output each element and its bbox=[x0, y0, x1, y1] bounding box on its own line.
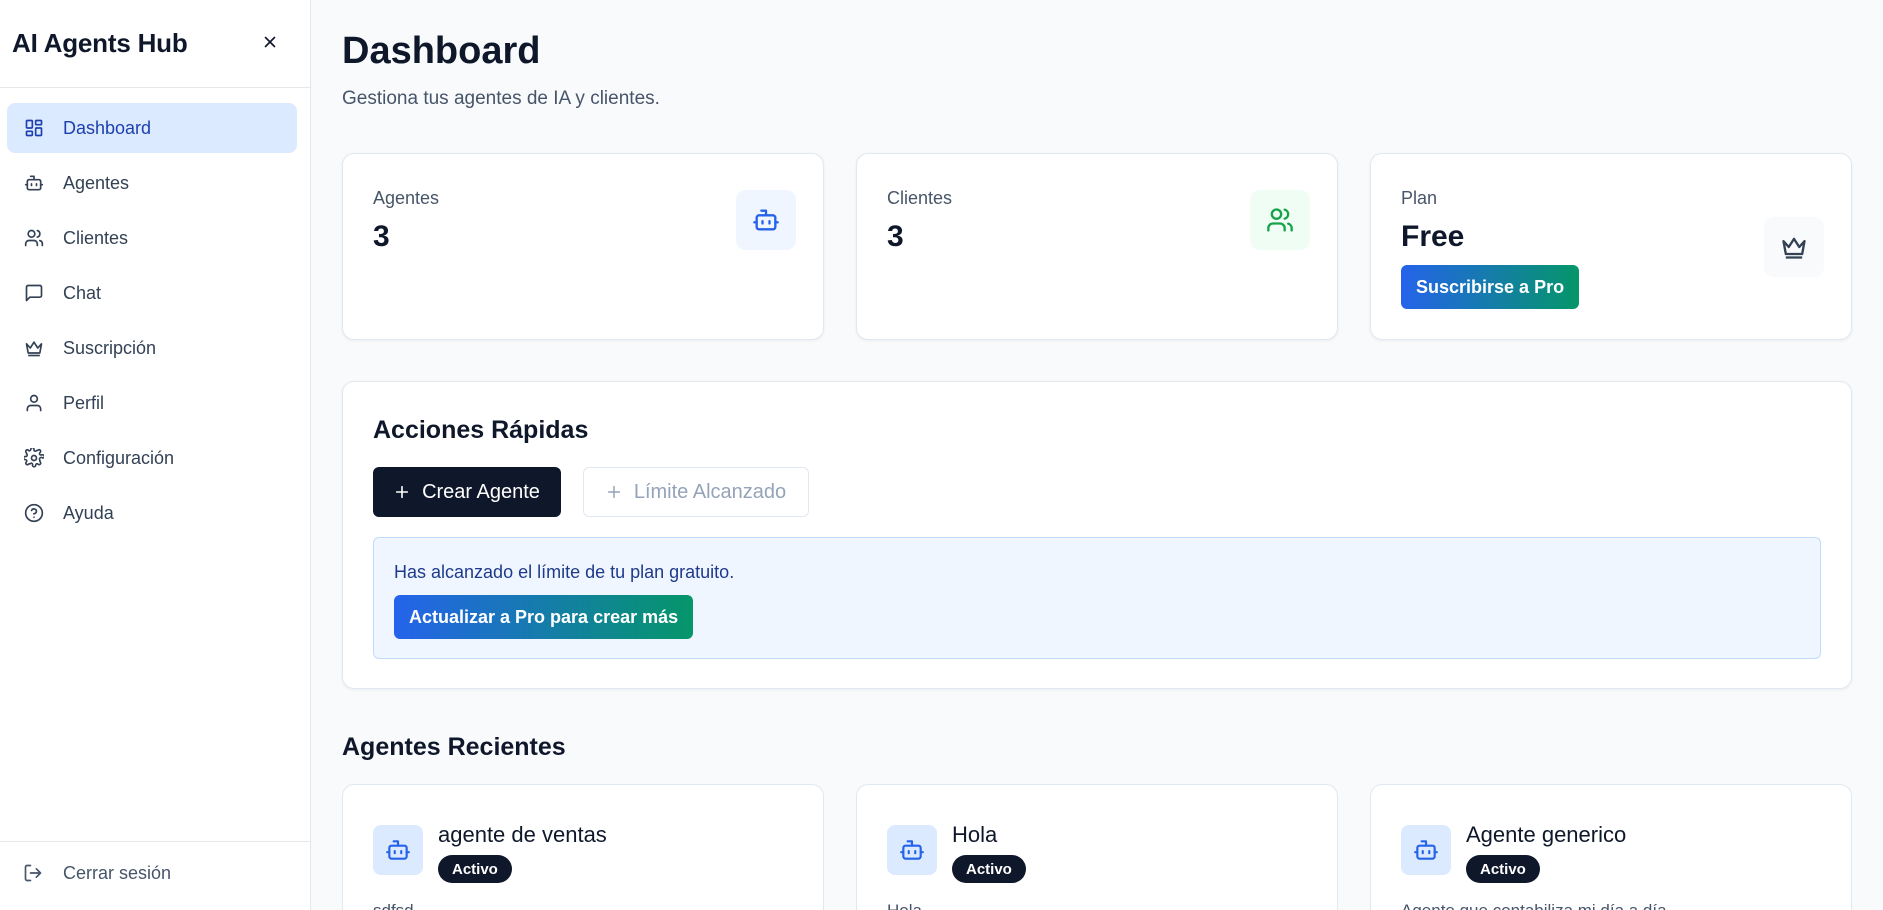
help-circle-icon bbox=[23, 502, 45, 524]
sidebar-nav: Dashboard Agentes Clientes Chat Suscripc… bbox=[7, 103, 297, 543]
sidebar-item-label: Suscripción bbox=[63, 337, 157, 358]
logout-button[interactable]: Cerrar sesión bbox=[23, 862, 171, 884]
bot-icon bbox=[736, 190, 796, 250]
sidebar-item-label: Dashboard bbox=[63, 117, 152, 138]
gear-icon bbox=[23, 447, 45, 469]
log-out-icon bbox=[23, 862, 45, 884]
create-agent-label: Crear Agente bbox=[422, 480, 540, 503]
sidebar: AI Agents Hub Dashboard Agentes Clientes bbox=[0, 0, 311, 910]
sidebar-item-label: Perfil bbox=[63, 392, 105, 413]
recent-agents-title: Agentes Recientes bbox=[342, 733, 566, 761]
status-badge: Activo bbox=[1466, 855, 1540, 883]
quick-actions-title: Acciones Rápidas bbox=[373, 416, 589, 444]
sidebar-item-label: Clientes bbox=[63, 227, 129, 248]
sidebar-item-label: Agentes bbox=[63, 172, 130, 193]
sidebar-item-label: Ayuda bbox=[63, 502, 114, 523]
subscribe-pro-button[interactable]: Suscribirse a Pro bbox=[1401, 265, 1580, 309]
sidebar-header: AI Agents Hub bbox=[0, 0, 310, 88]
users-icon bbox=[23, 227, 45, 249]
sidebar-item-ayuda[interactable]: Ayuda bbox=[7, 488, 297, 538]
agent-name: Agente generico bbox=[1466, 822, 1627, 847]
stat-label: Agentes bbox=[373, 188, 440, 208]
sidebar-item-suscripcion[interactable]: Suscripción bbox=[7, 323, 297, 373]
stat-label: Clientes bbox=[887, 188, 953, 208]
agent-description: Agente que contabiliza mi día a día bbox=[1401, 901, 1667, 910]
brand-title: AI Agents Hub bbox=[12, 28, 188, 58]
limit-reached-label: Límite Alcanzado bbox=[633, 480, 787, 503]
page-subtitle: Gestiona tus agentes de IA y clientes. bbox=[342, 88, 660, 109]
create-agent-button[interactable]: Crear Agente bbox=[373, 467, 561, 517]
sidebar-item-perfil[interactable]: Perfil bbox=[7, 378, 297, 428]
layout-dashboard-icon bbox=[23, 117, 45, 139]
sidebar-item-dashboard[interactable]: Dashboard bbox=[7, 103, 297, 153]
stat-value: 3 bbox=[373, 220, 390, 253]
sidebar-item-clientes[interactable]: Clientes bbox=[7, 213, 297, 263]
plan-limit-alert: Has alcanzado el límite de tu plan gratu… bbox=[373, 537, 1821, 659]
upgrade-pro-button[interactable]: Actualizar a Pro para crear más bbox=[394, 595, 694, 639]
sidebar-item-label: Chat bbox=[63, 282, 102, 303]
stat-card-agents: Agentes 3 bbox=[342, 153, 824, 340]
status-badge: Activo bbox=[952, 855, 1026, 883]
limit-message: Has alcanzado el límite de tu plan gratu… bbox=[394, 562, 735, 582]
status-badge: Activo bbox=[438, 855, 512, 883]
plus-icon bbox=[607, 485, 620, 499]
logout-label: Cerrar sesión bbox=[63, 862, 172, 883]
agent-name: Hola bbox=[952, 822, 998, 847]
sidebar-item-label: Configuración bbox=[63, 447, 175, 468]
sidebar-item-agentes[interactable]: Agentes bbox=[7, 158, 297, 208]
stat-label: Plan bbox=[1401, 188, 1438, 208]
agent-card[interactable]: Agente generico Activo Agente que contab… bbox=[1370, 784, 1852, 910]
bot-icon bbox=[1401, 825, 1451, 875]
agent-card[interactable]: Hola Activo Hola bbox=[856, 784, 1338, 910]
sidebar-footer: Cerrar sesión bbox=[0, 841, 310, 910]
sidebar-item-chat[interactable]: Chat bbox=[7, 268, 297, 318]
message-square-icon bbox=[23, 282, 45, 304]
bot-icon bbox=[887, 825, 937, 875]
stat-card-plan: Plan Free Suscribirse a Pro bbox=[1370, 153, 1852, 340]
page-title: Dashboard bbox=[342, 30, 541, 72]
agent-card[interactable]: agente de ventas Activo sdfsd bbox=[342, 784, 824, 910]
limit-reached-button: Límite Alcanzado bbox=[583, 467, 809, 517]
close-sidebar-button[interactable] bbox=[256, 28, 284, 56]
bot-icon bbox=[373, 825, 423, 875]
sidebar-item-configuracion[interactable]: Configuración bbox=[7, 433, 297, 483]
agent-description: Hola bbox=[887, 901, 922, 910]
crown-icon bbox=[23, 337, 45, 359]
stat-card-clients: Clientes 3 bbox=[856, 153, 1338, 340]
plus-icon bbox=[395, 485, 409, 499]
crown-icon bbox=[1764, 217, 1824, 277]
user-icon bbox=[23, 392, 45, 414]
close-icon bbox=[264, 36, 276, 48]
stat-value: 3 bbox=[887, 220, 904, 253]
bot-icon bbox=[23, 172, 45, 194]
agent-description: sdfsd bbox=[373, 901, 414, 910]
agent-name: agente de ventas bbox=[438, 822, 607, 847]
plan-value: Free bbox=[1401, 220, 1465, 253]
quick-actions-card: Acciones Rápidas Crear Agente Límite Alc… bbox=[342, 381, 1852, 689]
users-icon bbox=[1250, 190, 1310, 250]
